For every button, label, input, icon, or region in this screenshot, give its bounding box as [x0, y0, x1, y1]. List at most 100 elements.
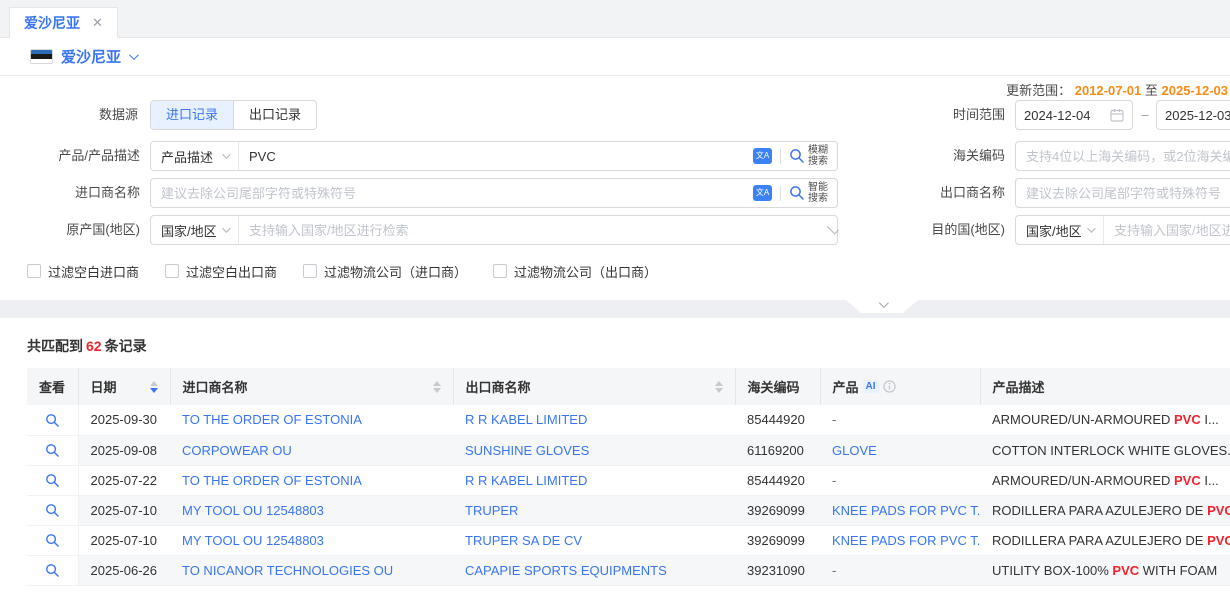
date-end-value: 2025-12-03 [1165, 108, 1230, 123]
country-name[interactable]: 爱沙尼亚 [61, 46, 121, 67]
exporter-link[interactable]: TRUPER SA DE CV [453, 525, 735, 555]
view-detail-button[interactable] [45, 473, 60, 488]
origin-type-select[interactable]: 国家/地区 [151, 216, 239, 244]
origin-input[interactable] [239, 216, 826, 244]
header-hs-code: 海关编码 [735, 368, 820, 405]
sort-icons[interactable] [433, 381, 441, 393]
filter-logistics-exporter[interactable]: 过滤物流公司（出口商） [493, 262, 657, 281]
translate-icon[interactable]: 文A [753, 185, 772, 201]
hs-code-cell: 39269099 [735, 525, 820, 555]
search-icon [45, 503, 60, 518]
importer-field-group: 文A 智能搜索 [150, 178, 838, 208]
header-date[interactable]: 日期 [78, 368, 170, 405]
exporter-input[interactable] [1015, 178, 1230, 208]
product-controls: 文A 模糊搜索 [744, 145, 837, 167]
fuzzy-search-button[interactable]: 模糊搜索 [789, 145, 828, 167]
ai-badge: AI [863, 380, 879, 393]
import-records-toggle[interactable]: 进口记录 [151, 101, 233, 129]
importer-link[interactable]: MY TOOL OU 12548803 [170, 495, 453, 525]
table-row: 2025-07-10 MY TOOL OU 12548803 TRUPER 39… [27, 495, 1230, 525]
hs-code-cell: 61169200 [735, 435, 820, 465]
importer-link[interactable]: TO THE ORDER OF ESTONIA [170, 405, 453, 435]
view-detail-button[interactable] [45, 563, 60, 578]
filter-blank-importer[interactable]: 过滤空白进口商 [27, 262, 139, 281]
product-cell[interactable]: KNEE PADS FOR PVC T... [820, 525, 980, 555]
search-icon [45, 533, 60, 548]
view-detail-button[interactable] [45, 443, 60, 458]
product-type-select[interactable]: 产品描述 [151, 142, 239, 170]
filter-logistics-importer[interactable]: 过滤物流公司（进口商） [303, 262, 467, 281]
filter-blank-exporter[interactable]: 过滤空白出口商 [165, 262, 277, 281]
exporter-link[interactable]: TRUPER [453, 495, 735, 525]
origin-field-group: 国家/地区 [150, 215, 838, 245]
importer-input[interactable] [151, 179, 744, 207]
data-source-label: 数据源 [0, 100, 138, 130]
description-cell: RODILLERA PARA AZULEJERO DE PVC [980, 525, 1230, 555]
divider [780, 149, 781, 164]
importer-label: 进口商名称 [0, 178, 140, 208]
date-cell: 2025-07-10 [78, 525, 170, 555]
info-icon[interactable] [883, 380, 896, 393]
destination-input[interactable] [1104, 216, 1230, 244]
results-panel: 共匹配到62条记录 查看 日期 [0, 318, 1230, 594]
view-cell [27, 435, 78, 465]
search-icon [789, 148, 805, 164]
view-cell [27, 525, 78, 555]
checkbox-icon[interactable] [493, 264, 507, 278]
header-importer[interactable]: 进口商名称 [170, 368, 453, 405]
chevron-down-icon[interactable] [827, 223, 839, 235]
summary-prefix: 共匹配到 [27, 338, 83, 354]
export-records-toggle[interactable]: 出口记录 [233, 101, 316, 129]
exporter-link[interactable]: SUNSHINE GLOVES [453, 435, 735, 465]
filter-panel: 更新范围： 2012-07-01 至 2025-12-03 数据源 进口记录 出… [0, 76, 1230, 300]
estonia-flag-icon [30, 49, 53, 64]
importer-link[interactable]: MY TOOL OU 12548803 [170, 525, 453, 555]
importer-link[interactable]: CORPOWEAR OU [170, 435, 453, 465]
sort-icons[interactable] [150, 381, 158, 393]
header-exporter[interactable]: 出口商名称 [453, 368, 735, 405]
product-input[interactable] [239, 142, 744, 170]
checkbox-icon[interactable] [303, 264, 317, 278]
hs-code-input[interactable] [1015, 141, 1230, 171]
destination-type-select[interactable]: 国家/地区 [1016, 216, 1104, 244]
description-cell: ARMOURED/UN-ARMOURED PVC I... [980, 465, 1230, 495]
view-detail-button[interactable] [45, 533, 60, 548]
importer-link[interactable]: TO NICANOR TECHNOLOGIES OU [170, 555, 453, 585]
chevron-down-icon [1087, 224, 1095, 232]
checkbox-icon[interactable] [27, 264, 41, 278]
page: 爱沙尼亚 ✕ 爱沙尼亚 更新范围： 2012-07-01 至 2025-12-0… [0, 0, 1230, 594]
close-icon[interactable]: ✕ [92, 15, 103, 31]
date-range-separator: – [1136, 100, 1154, 130]
collapse-handle[interactable] [846, 300, 918, 313]
exporter-link[interactable]: R R KABEL LIMITED [453, 465, 735, 495]
importer-link[interactable]: TO THE ORDER OF ESTONIA [170, 465, 453, 495]
results-count: 62 [86, 338, 102, 354]
product-cell[interactable]: KNEE PADS FOR PVC T... [820, 495, 980, 525]
panel-gap [0, 300, 1230, 318]
translate-icon[interactable]: 文A [753, 148, 772, 164]
checkbox-icon[interactable] [165, 264, 179, 278]
product-cell[interactable]: GLOVE [820, 435, 980, 465]
search-icon [45, 473, 60, 488]
tab-title: 爱沙尼亚 [24, 13, 80, 33]
view-cell [27, 495, 78, 525]
exporter-link[interactable]: R R KABEL LIMITED [453, 405, 735, 435]
tab-bar: 爱沙尼亚 ✕ [0, 0, 1230, 38]
smart-search-button[interactable]: 智能搜索 [789, 182, 828, 204]
view-detail-button[interactable] [45, 503, 60, 518]
row-data-source: 数据源 进口记录 出口记录 时间范围 2024-12-04 – 2025-12-… [0, 100, 1230, 130]
sort-icons[interactable] [715, 381, 723, 393]
table-row: 2025-06-26 TO NICANOR TECHNOLOGIES OU CA… [27, 555, 1230, 585]
date-start-input[interactable]: 2024-12-04 [1015, 100, 1133, 130]
destination-label: 目的国(地区) [840, 215, 1005, 245]
hs-code-cell: 39269099 [735, 495, 820, 525]
divider [780, 186, 781, 201]
date-end-input[interactable]: 2025-12-03 [1156, 100, 1230, 130]
chevron-down-icon[interactable] [129, 50, 139, 60]
exporter-link[interactable]: CAPAPIE SPORTS EQUIPMENTS [453, 555, 735, 585]
view-detail-button[interactable] [45, 413, 60, 428]
tab-estonia[interactable]: 爱沙尼亚 ✕ [9, 7, 118, 38]
update-range: 更新范围： 2012-07-01 至 2025-12-03 [1006, 82, 1228, 100]
row-product: 产品/产品描述 产品描述 文A 模糊搜索 [0, 141, 1230, 171]
product-cell: - [820, 555, 980, 585]
